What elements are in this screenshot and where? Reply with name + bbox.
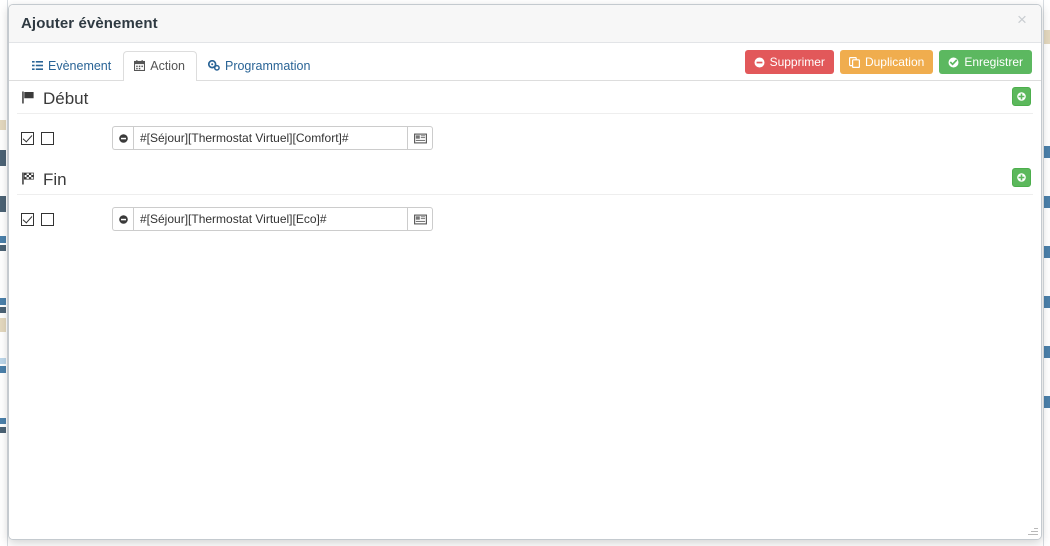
modal-resize-handle[interactable] xyxy=(1026,524,1038,536)
action-picker-button[interactable] xyxy=(408,126,433,150)
gears-icon xyxy=(207,59,220,74)
background-fragment xyxy=(1044,30,1050,44)
action-secondary-checkbox[interactable] xyxy=(41,131,54,145)
tab-label: Programmation xyxy=(224,59,311,73)
background-fragment xyxy=(1044,296,1050,308)
section-debut: Début xyxy=(9,81,1041,150)
save-button[interactable]: Enregistrer xyxy=(939,50,1032,74)
background-fragment xyxy=(0,418,6,424)
header-action-buttons: Supprimer Duplication Enregistrer xyxy=(744,50,1032,74)
background-fragment xyxy=(0,298,6,305)
section-fin: Fin xyxy=(9,162,1041,231)
close-icon[interactable]: × xyxy=(1013,11,1031,29)
action-row xyxy=(9,207,1041,231)
button-label: Duplication xyxy=(864,55,925,69)
action-input-group xyxy=(112,126,433,150)
modal-toolbar: Evènement Action Programmation Supprimer… xyxy=(9,43,1041,81)
action-input-group xyxy=(112,207,433,231)
tab-label: Action xyxy=(150,59,185,73)
calendar-icon xyxy=(134,59,146,74)
background-fragment xyxy=(1044,246,1050,258)
flag-checkered-icon xyxy=(21,171,36,188)
background-fragment xyxy=(0,318,6,332)
minus-circle-icon xyxy=(118,133,128,143)
copy-icon xyxy=(848,56,860,68)
list-window-icon xyxy=(413,214,427,224)
action-enabled-checkbox[interactable] xyxy=(21,212,34,226)
background-fragment xyxy=(0,120,6,130)
background-fragment xyxy=(1044,346,1050,358)
tab-evenement[interactable]: Evènement xyxy=(21,51,123,81)
background-fragment xyxy=(1044,396,1050,408)
list-icon xyxy=(32,60,43,74)
flag-icon xyxy=(21,90,36,107)
action-enabled-checkbox[interactable] xyxy=(21,131,34,145)
background-fragment xyxy=(1044,146,1050,158)
section-header: Début xyxy=(17,81,1033,114)
tab-action[interactable]: Action xyxy=(123,51,197,81)
minus-circle-icon xyxy=(754,57,765,68)
background-fragment xyxy=(0,427,6,433)
background-right-rule xyxy=(1043,0,1044,546)
add-action-button-debut[interactable] xyxy=(1012,87,1031,106)
plus-circle-icon xyxy=(1017,92,1026,101)
tab-label: Evènement xyxy=(48,59,112,73)
background-fragment xyxy=(0,236,6,243)
button-label: Supprimer xyxy=(769,55,825,69)
delete-button[interactable]: Supprimer xyxy=(744,50,834,74)
action-row xyxy=(9,126,1041,150)
section-title: Fin xyxy=(43,170,67,189)
plus-circle-icon xyxy=(1017,173,1026,182)
add-action-button-fin[interactable] xyxy=(1012,168,1031,187)
minus-circle-icon xyxy=(118,214,128,224)
background-fragment xyxy=(0,150,6,166)
background-fragment xyxy=(0,358,6,364)
remove-action-button[interactable] xyxy=(112,126,133,150)
action-picker-button[interactable] xyxy=(408,207,433,231)
background-fragment xyxy=(0,245,6,251)
add-event-modal: Ajouter évènement × Evènement Action Pro… xyxy=(8,4,1042,540)
button-label: Enregistrer xyxy=(964,55,1023,69)
list-window-icon xyxy=(413,133,427,143)
tab-bar: Evènement Action Programmation xyxy=(21,51,322,81)
background-fragment xyxy=(0,307,6,313)
section-header: Fin xyxy=(17,162,1033,195)
background-fragment xyxy=(0,366,6,373)
action-expression-input[interactable] xyxy=(133,126,408,150)
page-title: Ajouter évènement xyxy=(21,15,158,32)
background-fragment xyxy=(0,196,6,212)
remove-action-button[interactable] xyxy=(112,207,133,231)
duplicate-button[interactable]: Duplication xyxy=(839,50,934,74)
action-secondary-checkbox[interactable] xyxy=(41,212,54,226)
check-circle-icon xyxy=(948,57,959,68)
action-expression-input[interactable] xyxy=(133,207,408,231)
tab-programmation[interactable]: Programmation xyxy=(197,51,322,81)
modal-header: Ajouter évènement × xyxy=(9,5,1041,43)
section-title: Début xyxy=(43,89,89,108)
background-fragment xyxy=(1044,196,1050,208)
modal-body: Début #[Séjour][Thermostat Virtuel][Comf… xyxy=(9,81,1041,539)
